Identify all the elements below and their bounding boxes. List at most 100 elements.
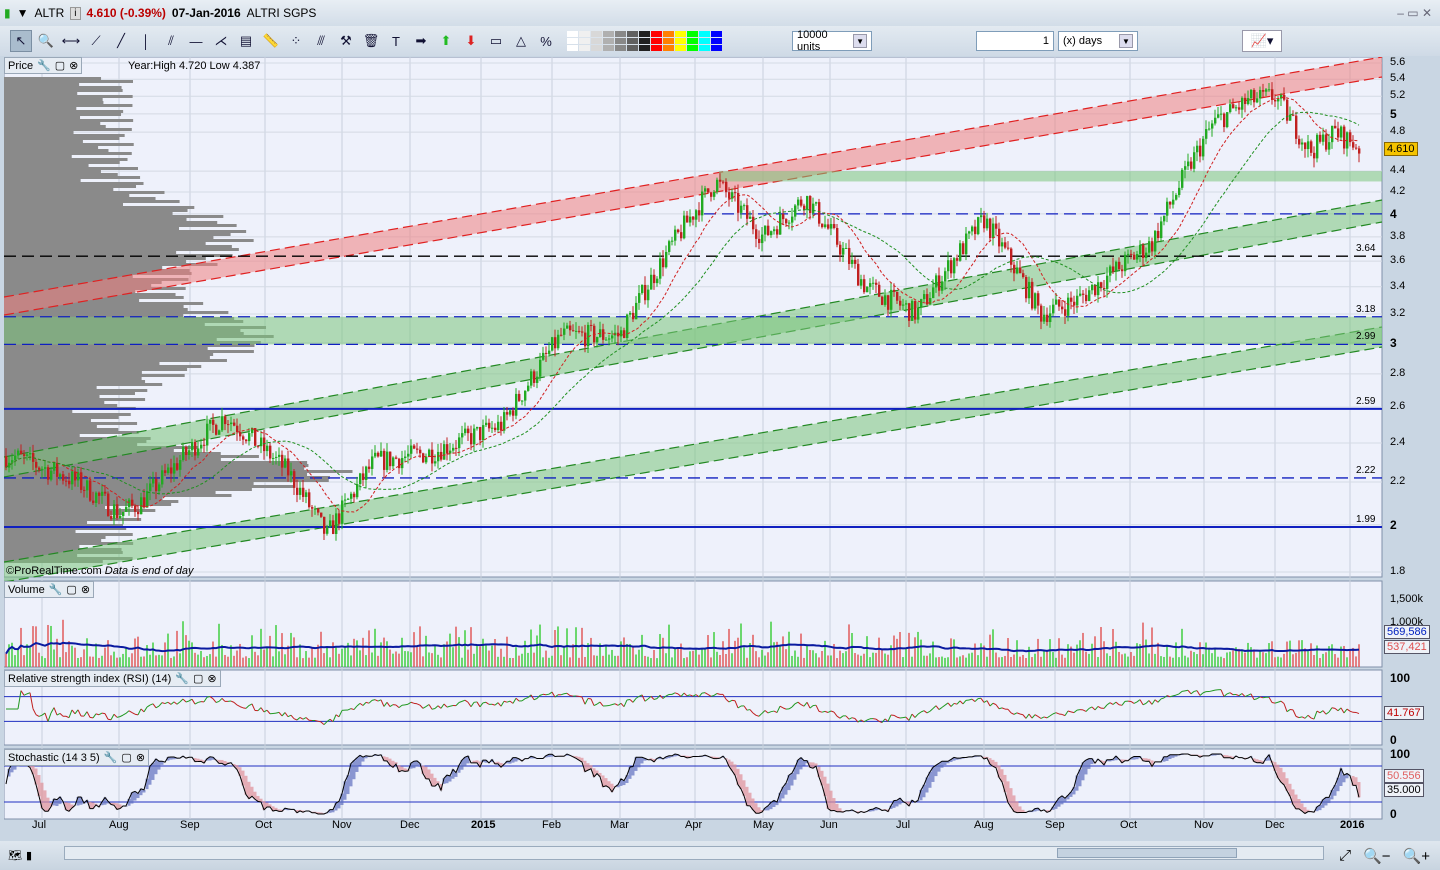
horizontal-line-icon[interactable]: ⟷ bbox=[60, 30, 82, 52]
rsi-segment bbox=[746, 709, 751, 711]
chart-svg[interactable] bbox=[4, 57, 1436, 839]
color-swatch[interactable] bbox=[579, 38, 590, 44]
color-swatch[interactable] bbox=[675, 45, 686, 51]
arrow-up-icon[interactable]: ⬆ bbox=[435, 30, 457, 52]
color-swatch[interactable] bbox=[687, 45, 698, 51]
zoom-out-icon[interactable]: 🔍− bbox=[1363, 847, 1390, 865]
wrench-icon[interactable]: 🔧 bbox=[37, 59, 51, 72]
wrench-icon[interactable]: 🔧 bbox=[49, 583, 63, 596]
scrollbar-thumb[interactable] bbox=[1057, 848, 1237, 858]
color-swatch[interactable] bbox=[591, 45, 602, 51]
color-swatch[interactable] bbox=[627, 31, 638, 37]
color-swatch[interactable] bbox=[687, 38, 698, 44]
color-swatch[interactable] bbox=[699, 45, 710, 51]
period-unit-select[interactable]: (x) days ▼ bbox=[1058, 31, 1138, 51]
color-swatch[interactable] bbox=[663, 45, 674, 51]
close-icon[interactable]: ⊗ bbox=[81, 583, 90, 596]
info-icon[interactable]: i bbox=[70, 6, 81, 20]
zoom-icon[interactable]: 🔍 bbox=[35, 30, 57, 52]
color-swatch[interactable] bbox=[579, 45, 590, 51]
window-icon[interactable]: ▢ bbox=[66, 583, 76, 596]
color-swatch[interactable] bbox=[591, 31, 602, 37]
color-swatch[interactable] bbox=[651, 45, 662, 51]
symbol[interactable]: ALTR bbox=[35, 6, 65, 20]
stoch-tick: 0 bbox=[1390, 807, 1397, 821]
ruler-icon[interactable]: 📏 bbox=[260, 30, 282, 52]
rectangle-icon[interactable]: ▭ bbox=[485, 30, 507, 52]
fan-icon[interactable]: ⋌ bbox=[210, 30, 232, 52]
points-icon[interactable]: ⁘ bbox=[285, 30, 307, 52]
window-icon[interactable]: ▢ bbox=[55, 59, 65, 72]
close-icon[interactable]: ⊗ bbox=[69, 59, 78, 72]
color-swatch[interactable] bbox=[651, 38, 662, 44]
indicator-icon[interactable]: ▤ bbox=[235, 30, 257, 52]
color-swatch[interactable] bbox=[615, 31, 626, 37]
color-swatch[interactable] bbox=[615, 38, 626, 44]
color-swatch[interactable] bbox=[603, 38, 614, 44]
color-swatch[interactable] bbox=[567, 45, 578, 51]
triangle-icon[interactable]: △ bbox=[510, 30, 532, 52]
color-swatch[interactable] bbox=[591, 38, 602, 44]
units-select[interactable]: 10000 units ▼ bbox=[792, 29, 872, 53]
close-icon[interactable]: ⊗ bbox=[136, 751, 145, 764]
dropdown-icon[interactable]: ▼ bbox=[17, 6, 29, 20]
color-swatch[interactable] bbox=[615, 45, 626, 51]
trash-icon[interactable]: 🗑 bbox=[360, 30, 382, 52]
pointer-icon[interactable]: ↖ bbox=[10, 30, 32, 52]
close-icon[interactable]: ⊗ bbox=[207, 672, 216, 685]
zoom-in-icon[interactable]: 🔍+ bbox=[1403, 847, 1430, 865]
percent-icon[interactable]: % bbox=[535, 30, 557, 52]
volume-profile-bar bbox=[4, 434, 80, 437]
period-input[interactable]: 1 bbox=[976, 31, 1054, 51]
color-swatch[interactable] bbox=[627, 38, 638, 44]
window-icon[interactable]: ▢ bbox=[121, 751, 131, 764]
channel-icon[interactable]: ⫽ bbox=[160, 30, 182, 52]
volume-profile-bar bbox=[4, 185, 137, 188]
color-swatch[interactable] bbox=[663, 38, 674, 44]
indicator-icon[interactable]: ▮ bbox=[26, 849, 32, 862]
color-swatch[interactable] bbox=[567, 38, 578, 44]
hline-icon[interactable]: — bbox=[185, 30, 207, 52]
color-swatch[interactable] bbox=[567, 31, 578, 37]
segment-icon[interactable]: ⟋ bbox=[85, 30, 107, 52]
color-swatch[interactable] bbox=[651, 31, 662, 37]
color-swatch[interactable] bbox=[699, 31, 710, 37]
chart-area[interactable]: Price 🔧 ▢ ⊗ Year:High 4.720 Low 4.387 ©ProR… bbox=[4, 56, 1436, 839]
chart-type-button[interactable]: 📈▾ bbox=[1242, 30, 1282, 52]
color-swatch[interactable] bbox=[603, 31, 614, 37]
volume-profile-bar bbox=[4, 89, 123, 92]
vertical-line-icon[interactable]: │ bbox=[135, 30, 157, 52]
wrench-icon[interactable]: 🔧 bbox=[175, 672, 189, 685]
parallel-icon[interactable]: ⫻ bbox=[310, 30, 332, 52]
autoscale-icon[interactable]: ⤢ bbox=[1339, 847, 1351, 865]
color-swatch[interactable] bbox=[663, 31, 674, 37]
candle bbox=[500, 421, 503, 431]
color-swatch[interactable] bbox=[699, 38, 710, 44]
candle bbox=[767, 225, 770, 236]
navigator-icon[interactable]: 🗺 bbox=[8, 849, 22, 862]
arrow-right-icon[interactable]: ➡ bbox=[410, 30, 432, 52]
text-icon[interactable]: T bbox=[385, 30, 407, 52]
color-swatch[interactable] bbox=[675, 38, 686, 44]
color-swatch[interactable] bbox=[579, 31, 590, 37]
time-scrollbar[interactable] bbox=[64, 846, 1324, 860]
color-swatch[interactable] bbox=[639, 31, 650, 37]
color-swatch[interactable] bbox=[627, 45, 638, 51]
color-swatch[interactable] bbox=[711, 38, 722, 44]
color-swatch[interactable] bbox=[687, 31, 698, 37]
color-palette[interactable] bbox=[567, 31, 722, 51]
candlestick-icon[interactable]: ▮ bbox=[4, 6, 11, 20]
arrow-down-icon[interactable]: ⬇ bbox=[460, 30, 482, 52]
window-icon[interactable]: ▢ bbox=[193, 672, 203, 685]
color-swatch[interactable] bbox=[603, 45, 614, 51]
color-swatch[interactable] bbox=[639, 38, 650, 44]
color-swatch[interactable] bbox=[639, 45, 650, 51]
tools-icon[interactable]: ⚒ bbox=[335, 30, 357, 52]
color-swatch[interactable] bbox=[711, 45, 722, 51]
color-swatch[interactable] bbox=[675, 31, 686, 37]
line-icon[interactable]: ╱ bbox=[110, 30, 132, 52]
window-controls[interactable]: ‒ ▭ ✕ bbox=[1397, 6, 1440, 20]
wrench-icon[interactable]: 🔧 bbox=[104, 751, 118, 764]
price-tick: 3.4 bbox=[1390, 279, 1406, 292]
color-swatch[interactable] bbox=[711, 31, 722, 37]
